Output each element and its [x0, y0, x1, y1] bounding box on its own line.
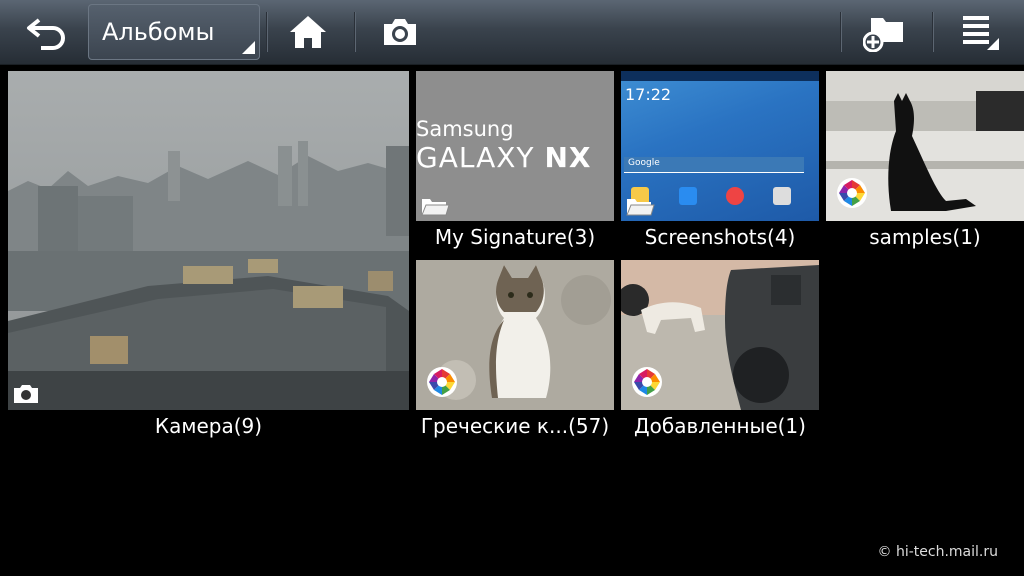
watermark: © hi-tech.mail.ru — [877, 544, 998, 560]
album-selector[interactable]: Альбомы — [88, 4, 260, 60]
divider — [354, 12, 355, 52]
album-label: Добавленные(1) — [634, 414, 806, 438]
camera-icon — [384, 19, 416, 45]
album-thumbnail — [8, 71, 409, 410]
album-label: Камера(9) — [154, 414, 263, 438]
thumb-brand-line-2: GALAXY NX — [416, 141, 592, 174]
album-tile[interactable]: 17:22 Google Screenshots(4) — [621, 71, 819, 254]
city-photo — [8, 71, 409, 410]
album-label: My Signature(3) — [434, 225, 596, 249]
google-search-bar: Google — [624, 157, 804, 173]
dropdown-corner-icon — [242, 41, 255, 54]
divider — [266, 12, 267, 52]
divider — [840, 12, 841, 52]
album-tile[interactable]: Добавленные(1) — [621, 260, 819, 443]
back-icon — [27, 18, 65, 50]
album-tile[interactable]: samples(1) — [826, 71, 1024, 254]
camera-album-icon — [14, 385, 38, 403]
divider — [932, 12, 933, 52]
menu-button[interactable] — [946, 4, 1012, 60]
picasa-icon — [427, 367, 457, 397]
album-selector-label: Альбомы — [102, 18, 215, 46]
clock-text: 17:22 — [625, 85, 672, 104]
thumb-brand-line-1: Samsung — [416, 117, 514, 141]
new-album-icon — [863, 18, 903, 52]
folder-icon — [421, 199, 450, 216]
album-tile[interactable]: Камера(9) — [8, 71, 409, 446]
status-bar — [621, 71, 819, 81]
home-button[interactable] — [276, 4, 340, 60]
picasa-icon — [837, 178, 867, 208]
album-label: Греческие к...(57) — [420, 414, 610, 438]
album-label: samples(1) — [869, 225, 981, 249]
picasa-icon — [632, 367, 662, 397]
album-tile[interactable]: Samsung GALAXY NX My Signature(3) — [416, 71, 614, 254]
back-button[interactable] — [14, 4, 80, 60]
action-bar: Альбомы — [0, 0, 1024, 65]
camera-button[interactable] — [366, 4, 434, 60]
album-label: Screenshots(4) — [644, 225, 796, 249]
album-tile[interactable]: Греческие к...(57) — [416, 260, 614, 443]
home-icon — [290, 16, 326, 48]
menu-icon — [963, 16, 999, 50]
new-album-button[interactable] — [852, 4, 918, 60]
folder-icon — [626, 199, 655, 216]
